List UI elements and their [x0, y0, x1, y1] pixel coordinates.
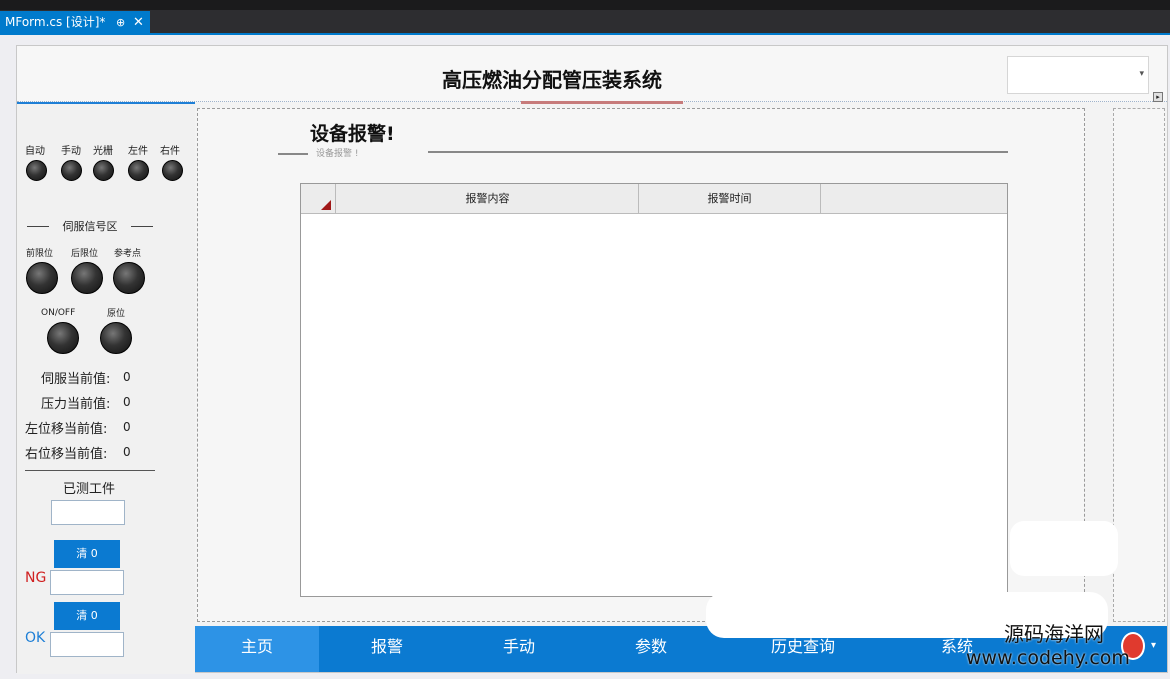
alarm-grid[interactable]: 报警内容 报警时间 — [300, 183, 1008, 597]
ok-label: OK — [25, 630, 46, 646]
alarm-subtitle: 设备报警 ! — [316, 149, 359, 159]
alarm-title-line-left — [278, 153, 308, 155]
right-side-panel — [1113, 108, 1165, 622]
led-label-on-off: ON/OFF — [41, 308, 76, 318]
ok-count-field[interactable] — [50, 632, 124, 657]
led-label-reference: 参考点 — [114, 249, 142, 259]
value-row-pressure: 压力当前值: 0 — [41, 393, 131, 412]
alarm-title: 设备报警! — [310, 123, 395, 145]
value-label-right-displacement: 右位移当前值: — [25, 447, 108, 462]
nav-item-home[interactable]: 主页 — [195, 626, 319, 672]
led-label-front-limit: 前限位 — [26, 249, 54, 259]
form-window: 高压燃油分配管压装系统 ▾ ▸ 自动 手动 光栅 左件 右件 伺服信号区 前限位 — [16, 45, 1168, 674]
title-underline — [521, 101, 683, 104]
led-label-left-part: 左件 — [128, 146, 148, 157]
ng-count-field[interactable] — [50, 570, 124, 595]
nav-item-manual[interactable]: 手动 — [457, 626, 581, 672]
overlay-patch — [1010, 521, 1118, 576]
led-auto-indicator — [26, 160, 47, 181]
corner-triangle-icon — [321, 200, 331, 210]
led-manual-indicator — [61, 160, 82, 181]
watermark-line2: www.codehy.com — [966, 647, 1130, 669]
led-label-grating: 光栅 — [93, 146, 113, 157]
page-title: 高压燃油分配管压装系统 — [442, 68, 662, 92]
form-header: 高压燃油分配管压装系统 ▾ ▸ — [17, 46, 1167, 104]
ng-label: NG — [25, 570, 47, 586]
led-home-indicator — [100, 322, 132, 354]
header-combobox[interactable]: ▾ — [1007, 56, 1149, 94]
clear-ng-button[interactable]: 清 0 — [54, 540, 120, 568]
watermark-line1: 源码海洋网 — [1004, 622, 1104, 646]
led-left-part-indicator — [128, 160, 149, 181]
column-header-alarm-time[interactable]: 报警时间 — [639, 184, 821, 214]
led-label-manual: 手动 — [61, 146, 81, 157]
clear-ok-button[interactable]: 清 0 — [54, 602, 120, 630]
ide-tab-bar: MForm.cs [设计]* ⊕ ✕ — [0, 0, 1170, 35]
led-reference-indicator — [113, 262, 145, 294]
left-status-panel: 自动 手动 光栅 左件 右件 伺服信号区 前限位 后限位 参考点 ON/OFF … — [17, 102, 195, 674]
tested-parts-field[interactable] — [51, 500, 125, 525]
column-header-alarm-content[interactable]: 报警内容 — [337, 184, 639, 214]
pin-icon[interactable]: ⊕ — [116, 11, 125, 34]
led-front-limit-indicator — [26, 262, 58, 294]
led-label-auto: 自动 — [25, 146, 45, 157]
ide-tab-strip — [0, 10, 1170, 34]
value-row-servo: 伺服当前值: 0 — [41, 368, 131, 387]
value-right-displacement: 0 — [123, 445, 131, 459]
value-label-servo: 伺服当前值: — [41, 372, 111, 387]
value-label-pressure: 压力当前值: — [41, 397, 111, 412]
document-tab[interactable]: MForm.cs [设计]* ⊕ ✕ — [0, 11, 150, 34]
alarm-panel: 设备报警! 设备报警 ! 报警内容 报警时间 — [197, 108, 1085, 622]
led-label-rear-limit: 后限位 — [71, 249, 99, 259]
alarm-title-line-right — [428, 151, 1008, 153]
value-pressure: 0 — [123, 395, 131, 409]
watermark: 源码海洋网 www.codehy.com — [966, 622, 1166, 670]
tested-parts-label: 已测工件 — [63, 482, 116, 497]
alarm-grid-header: 报警内容 报警时间 — [301, 184, 1007, 214]
nav-item-alarm[interactable]: 报警 — [325, 626, 449, 672]
close-icon[interactable]: ✕ — [133, 11, 144, 34]
value-servo: 0 — [123, 370, 131, 384]
value-row-left-displacement: 左位移当前值: 0 — [25, 418, 131, 437]
section-divider — [25, 470, 155, 471]
led-label-right-part: 右件 — [160, 146, 180, 157]
led-right-part-indicator — [162, 160, 183, 181]
divider-right — [131, 226, 153, 227]
document-tab-label: MForm.cs [设计]* — [5, 15, 106, 29]
chevron-down-icon: ▾ — [1139, 69, 1144, 79]
select-all-corner[interactable] — [301, 184, 336, 214]
designer-canvas: 高压燃油分配管压装系统 ▾ ▸ 自动 手动 光栅 左件 右件 伺服信号区 前限位 — [0, 35, 1170, 679]
value-left-displacement: 0 — [123, 420, 131, 434]
value-label-left-displacement: 左位移当前值: — [25, 422, 108, 437]
led-on-off-indicator — [47, 322, 79, 354]
led-rear-limit-indicator — [71, 262, 103, 294]
nav-item-params[interactable]: 参数 — [589, 626, 713, 672]
led-grating-indicator — [93, 160, 114, 181]
smart-tag-icon[interactable]: ▸ — [1153, 92, 1163, 102]
led-label-home: 原位 — [107, 309, 126, 319]
value-row-right-displacement: 右位移当前值: 0 — [25, 443, 131, 462]
